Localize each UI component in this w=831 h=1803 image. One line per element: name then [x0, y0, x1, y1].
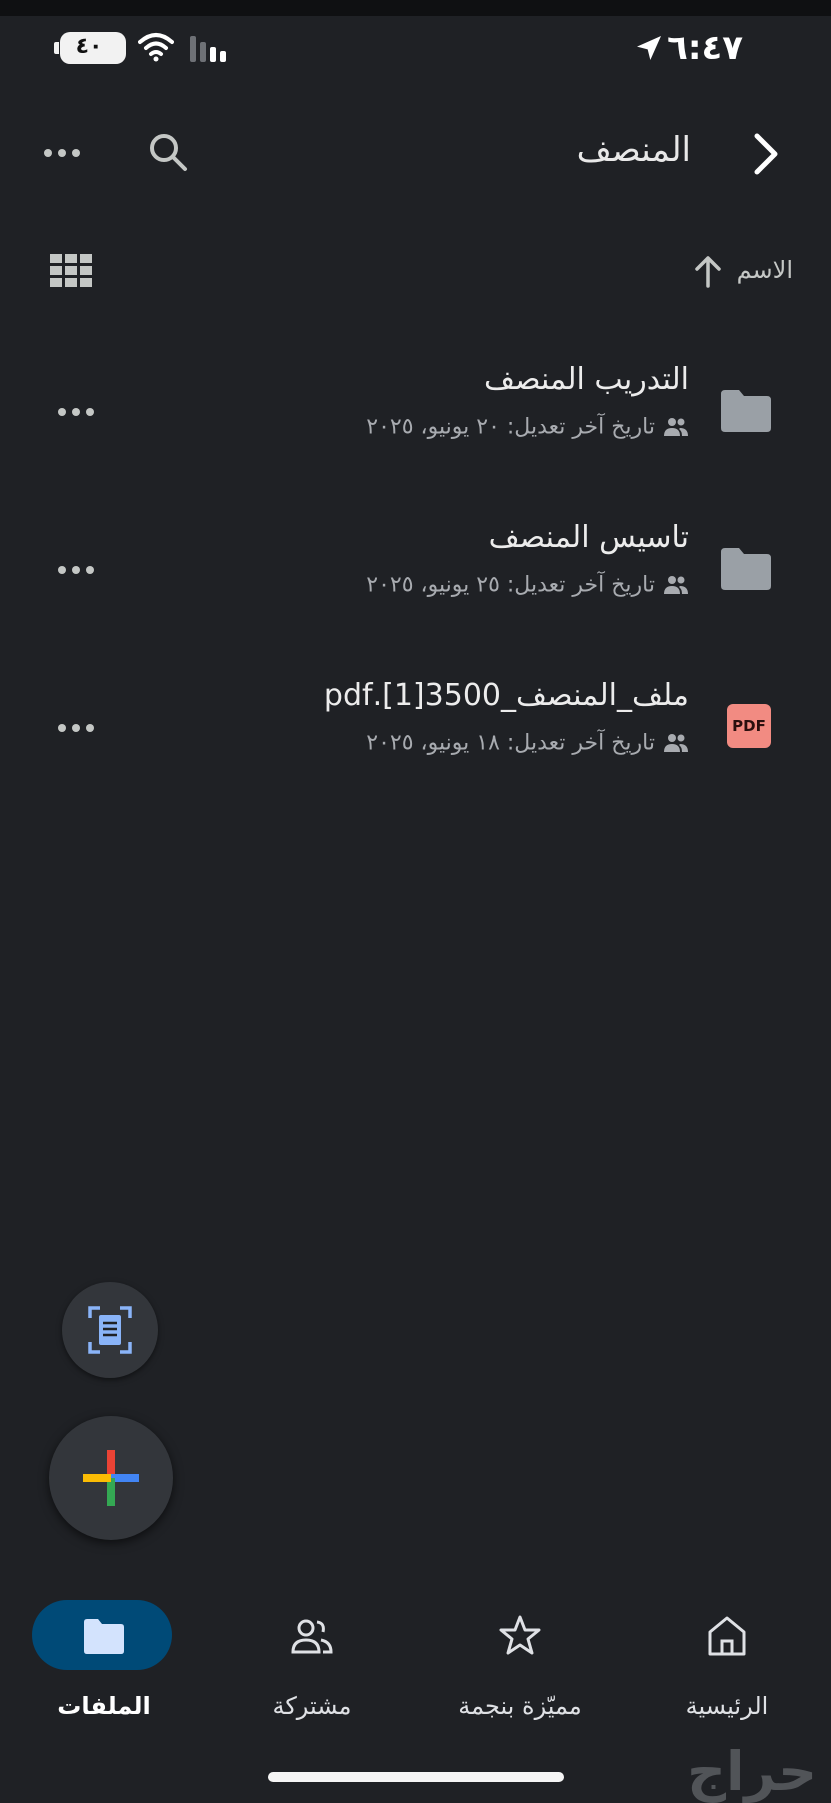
folder-icon: [721, 548, 771, 590]
nav-files[interactable]: الملفات: [0, 1600, 208, 1720]
wifi-icon: [138, 33, 174, 62]
file-name: ملف_المنصف_3500[1].pdf: [323, 678, 689, 713]
file-name: التدريب المنصف: [483, 362, 689, 397]
back-chevron-icon[interactable]: [749, 130, 785, 178]
top-strip: [0, 0, 831, 16]
plus-icon: [83, 1450, 139, 1506]
cellular-signal-icon: [190, 36, 226, 62]
arrow-up-icon[interactable]: [693, 254, 723, 288]
folder-icon: [721, 390, 771, 432]
file-meta: تاريخ آخر تعديل: ١٨ يونيو، ٢٠٢٥: [366, 730, 689, 756]
search-icon[interactable]: [146, 130, 190, 174]
nav-starred[interactable]: مميّزة بنجمة: [416, 1600, 624, 1720]
new-button[interactable]: [49, 1416, 173, 1540]
file-modified-date: تاريخ آخر تعديل: ٢٥ يونيو، ٢٠٢٥: [366, 572, 655, 598]
more-options-icon[interactable]: [42, 138, 82, 168]
nav-home[interactable]: الرئيسية: [623, 1600, 831, 1720]
file-modified-date: تاريخ آخر تعديل: ٢٠ يونيو، ٢٠٢٥: [366, 414, 655, 440]
nav-files-label: الملفات: [57, 1692, 151, 1720]
pdf-icon: PDF: [727, 704, 771, 748]
home-icon: [708, 1616, 746, 1656]
file-name: تاسيس المنصف: [488, 520, 689, 555]
home-indicator[interactable]: [268, 1772, 564, 1782]
file-meta: تاريخ آخر تعديل: ٢٠ يونيو، ٢٠٢٥: [366, 414, 689, 440]
file-modified-date: تاريخ آخر تعديل: ١٨ يونيو، ٢٠٢٥: [366, 730, 655, 756]
shared-people-icon: [664, 576, 688, 594]
folder-icon: [84, 1619, 124, 1654]
document-scan-icon: [88, 1306, 132, 1354]
battery-level: ٤٠: [75, 34, 103, 59]
people-icon: [291, 1619, 333, 1654]
nav-shared-label: مشتركة: [272, 1692, 352, 1720]
file-row[interactable]: تاسيس المنصف تاريخ آخر تعديل: ٢٥ يونيو، …: [0, 502, 831, 642]
file-row[interactable]: PDF ملف_المنصف_3500[1].pdf تاريخ آخر تعد…: [0, 660, 831, 800]
location-arrow-icon: [637, 36, 661, 60]
more-options-icon[interactable]: [56, 402, 96, 422]
status-time: ٦:٤٧: [667, 28, 743, 68]
battery-indicator: ٤٠: [54, 32, 126, 64]
nav-shared[interactable]: مشتركة: [208, 1600, 416, 1720]
shared-people-icon: [664, 734, 688, 752]
more-options-icon[interactable]: [56, 560, 96, 580]
sort-by-name-button[interactable]: الاسم: [737, 256, 793, 284]
shared-people-icon: [664, 418, 688, 436]
more-options-icon[interactable]: [56, 718, 96, 738]
nav-starred-label: مميّزة بنجمة: [458, 1692, 582, 1720]
file-row[interactable]: التدريب المنصف تاريخ آخر تعديل: ٢٠ يونيو…: [0, 344, 831, 484]
star-icon: [499, 1615, 541, 1655]
scan-document-button[interactable]: [62, 1282, 158, 1378]
file-meta: تاريخ آخر تعديل: ٢٥ يونيو، ٢٠٢٥: [366, 572, 689, 598]
nav-home-label: الرئيسية: [685, 1692, 769, 1720]
watermark: حراج: [687, 1740, 817, 1803]
grid-view-icon[interactable]: [50, 254, 92, 288]
page-title: المنصف: [576, 130, 691, 170]
